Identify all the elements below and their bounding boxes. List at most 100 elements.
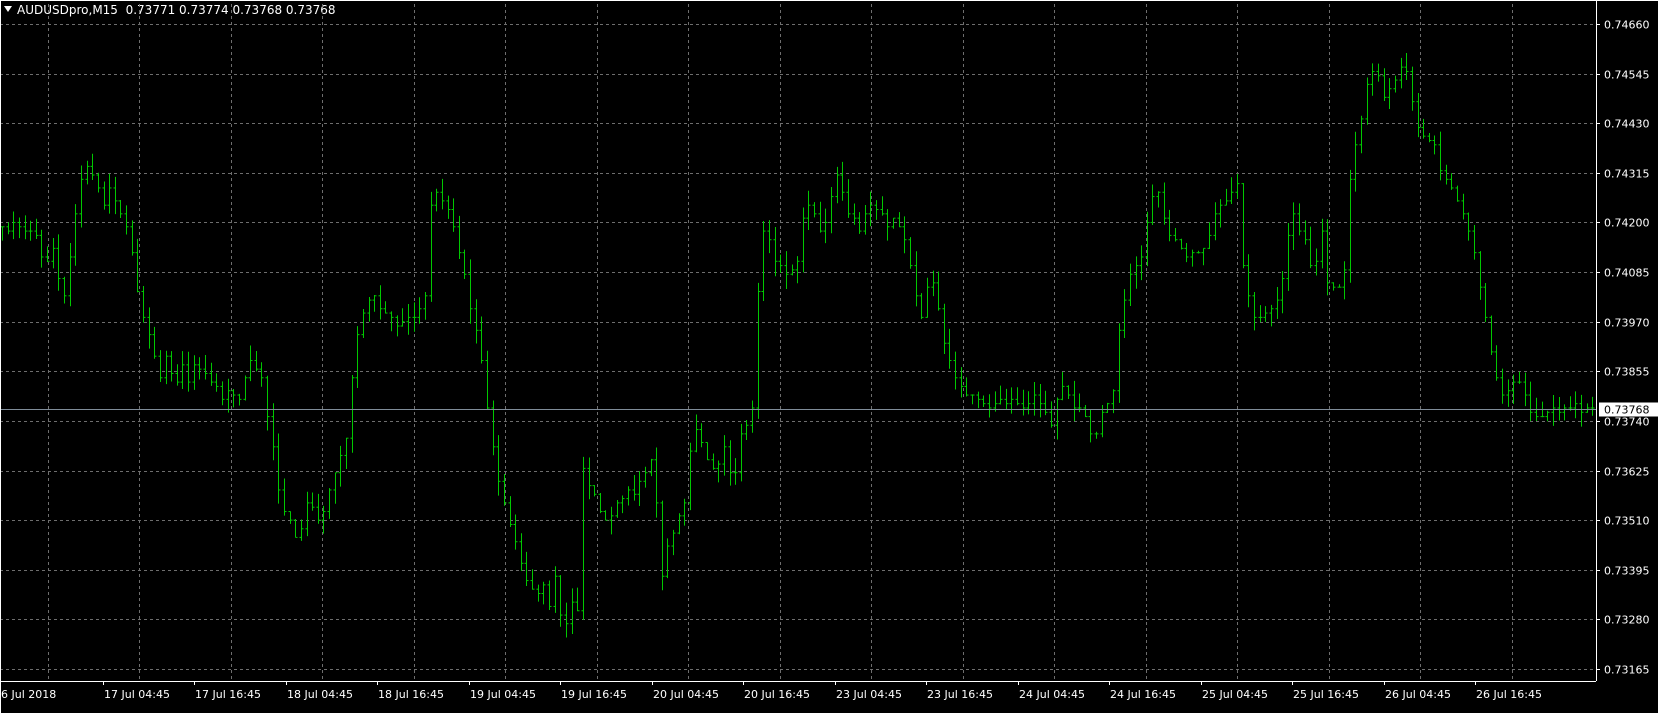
- x-tick-label: 6 Jul 2018: [1, 688, 56, 701]
- price-bar: [118, 200, 123, 218]
- price-bar: [395, 315, 400, 337]
- price-bar: [1083, 404, 1088, 418]
- x-tick-label: 25 Jul 04:45: [1202, 688, 1268, 701]
- y-tick-label: 0.73510: [1604, 515, 1650, 528]
- y-tick-label: 0.73280: [1604, 614, 1650, 627]
- price-bar: [192, 355, 197, 390]
- price-bar: [451, 198, 456, 232]
- price-bar: [214, 373, 219, 392]
- price-bar: [1353, 131, 1358, 192]
- price-bar: [812, 202, 817, 218]
- price-bar: [344, 437, 349, 470]
- price-bar: [705, 441, 710, 461]
- price-bar: [62, 276, 67, 304]
- price-bar: [440, 178, 445, 210]
- price-bar: [1427, 133, 1432, 143]
- price-bar: [1585, 403, 1590, 413]
- price-bar: [79, 165, 84, 228]
- price-bar: [840, 161, 845, 201]
- price-bar: [1184, 242, 1189, 263]
- price-bar: [28, 220, 33, 241]
- price-bar: [367, 296, 372, 322]
- price-bar: [45, 246, 50, 263]
- price-bar: [773, 226, 778, 277]
- price-bar: [581, 456, 586, 620]
- price-bar: [942, 303, 947, 355]
- price-bar: [790, 264, 795, 276]
- x-tick-label: 18 Jul 04:45: [287, 688, 353, 701]
- price-bar: [1590, 396, 1595, 416]
- price-bar: [34, 218, 39, 240]
- price-bar: [1252, 292, 1257, 331]
- price-bar: [1483, 283, 1488, 322]
- price-bar: [891, 217, 896, 229]
- price-bar: [620, 495, 625, 514]
- price-chart[interactable]: 0.74660 0.74545 0.74430 0.74315 0.74200 0.740…: [0, 0, 1659, 714]
- price-bar: [947, 328, 952, 369]
- y-tick-label: 0.73165: [1604, 664, 1650, 677]
- price-bar: [1291, 202, 1296, 251]
- y-tick-label: 0.74200: [1604, 217, 1650, 230]
- price-bar: [491, 400, 496, 456]
- price-bar: [1382, 68, 1387, 102]
- price-bar: [361, 309, 366, 338]
- price-bar: [1320, 218, 1325, 269]
- price-bar: [231, 389, 236, 408]
- price-bar: [1331, 282, 1336, 291]
- price-bar: [1241, 183, 1246, 269]
- price-bar: [671, 529, 676, 556]
- price-bar: [141, 285, 146, 323]
- price-bar: [1117, 323, 1122, 403]
- x-tick-label: 24 Jul 04:45: [1019, 688, 1085, 701]
- price-bar: [1472, 224, 1477, 260]
- price-bar: [513, 514, 518, 550]
- x-tick-label: 26 Jul 16:45: [1476, 688, 1542, 701]
- price-bar: [474, 299, 479, 344]
- price-bar: [479, 316, 484, 364]
- price-bar: [468, 259, 473, 324]
- price-bar: [1387, 78, 1392, 109]
- price-bar: [383, 301, 388, 314]
- price-bar: [553, 566, 558, 613]
- price-bar: [316, 493, 321, 524]
- price-bar: [587, 457, 592, 500]
- price-bar: [654, 447, 659, 518]
- price-bar: [660, 500, 665, 591]
- y-tick-label: 0.74660: [1604, 19, 1650, 32]
- price-bar: [1517, 371, 1522, 384]
- price-bar: [1055, 397, 1060, 440]
- price-bar: [880, 196, 885, 216]
- price-bar: [180, 351, 185, 390]
- price-bar: [993, 391, 998, 412]
- x-tick-label: 20 Jul 16:45: [744, 688, 810, 701]
- price-bar: [1201, 247, 1206, 266]
- price-bar: [1190, 249, 1195, 267]
- axes: [0, 0, 1659, 714]
- price-bar: [682, 498, 687, 526]
- price-bar: [524, 551, 529, 587]
- price-bar: [1557, 397, 1562, 421]
- price-bar: [784, 251, 789, 289]
- price-bar: [293, 519, 298, 538]
- price-bar: [1461, 193, 1466, 220]
- price-bar: [998, 385, 1003, 405]
- price-bar: [756, 282, 761, 419]
- price-bar: [1421, 118, 1426, 139]
- price-bar: [1370, 63, 1375, 96]
- price-bar: [496, 435, 501, 496]
- price-bar: [1128, 263, 1133, 306]
- y-tick-label: 0.74085: [1604, 267, 1650, 280]
- price-bar: [1072, 380, 1077, 422]
- price-bar: [643, 466, 648, 488]
- price-bar: [722, 435, 727, 476]
- current-price-label: 0.73768: [1599, 402, 1658, 417]
- price-bar: [1139, 245, 1144, 281]
- price-bar: [570, 588, 575, 634]
- price-bar: [462, 249, 467, 279]
- price-bar: [1043, 390, 1048, 416]
- price-bar: [1258, 305, 1263, 323]
- price-bar: [417, 297, 422, 324]
- price-bar: [665, 538, 670, 579]
- price-bar: [226, 378, 231, 413]
- price-bar: [310, 492, 315, 511]
